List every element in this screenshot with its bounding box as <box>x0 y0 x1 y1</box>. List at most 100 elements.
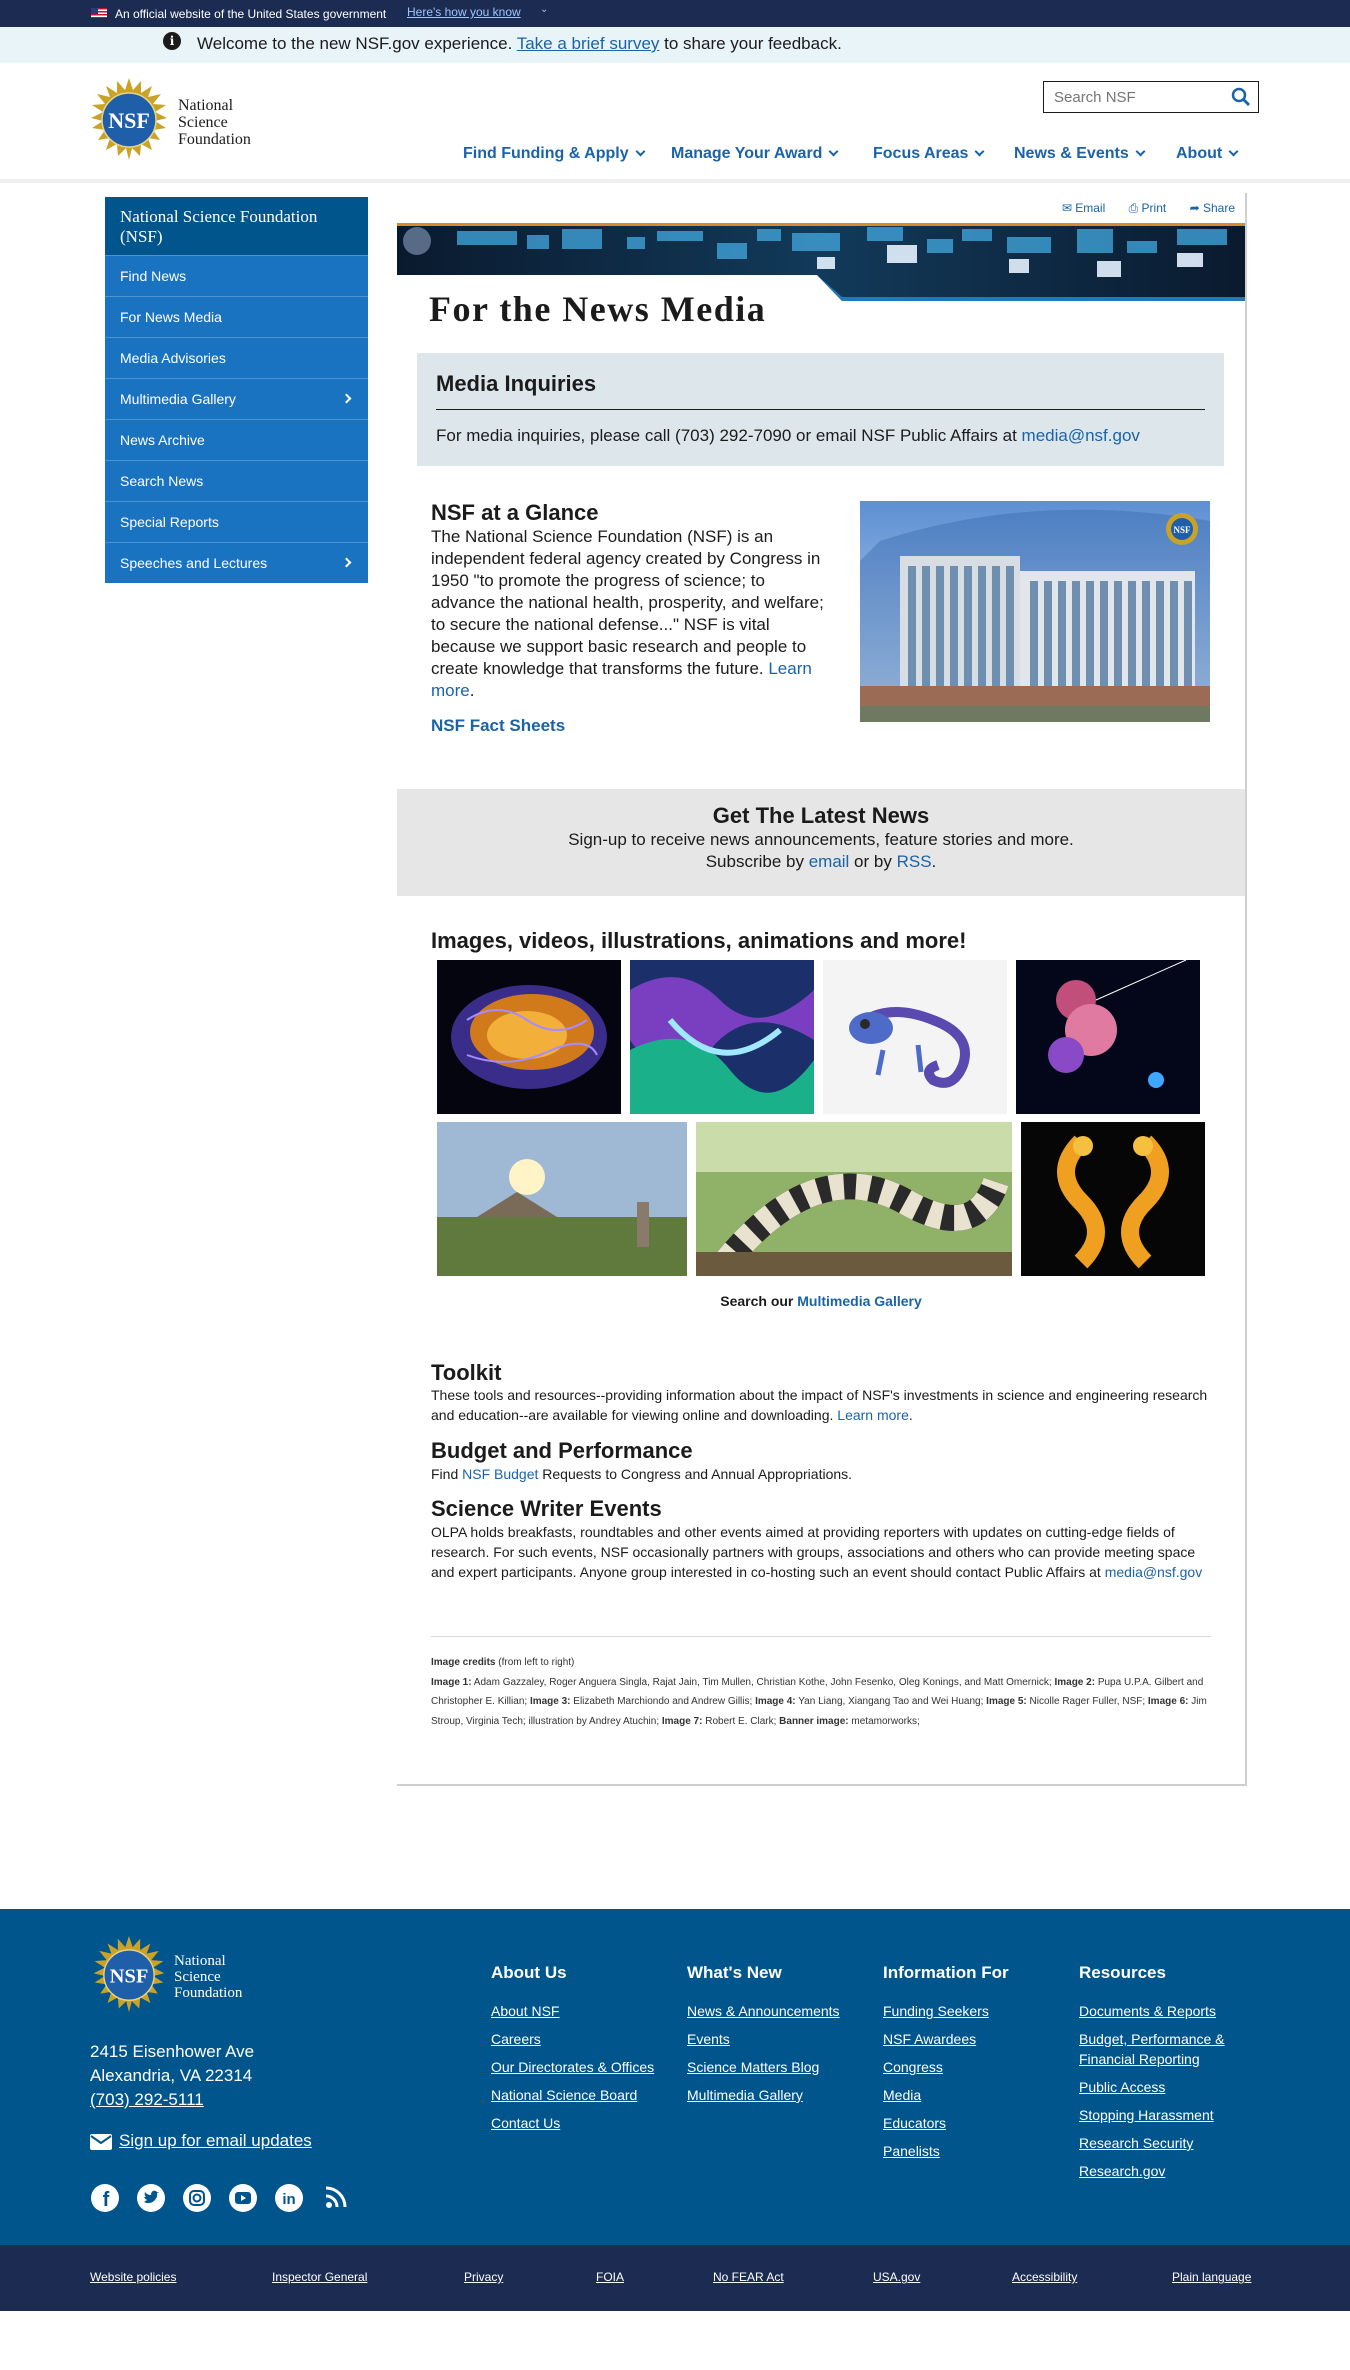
chevron-down-icon[interactable]: ⌄ <box>540 4 548 15</box>
no-fear-act-link[interactable]: No FEAR Act <box>713 2270 784 2284</box>
survey-bar: i Welcome to the new NSF.gov experience.… <box>0 27 1350 63</box>
plain-language-link[interactable]: Plain language <box>1172 2270 1251 2284</box>
footer-link[interactable]: Our Directorates & Offices <box>491 2057 671 2077</box>
footer-link[interactable]: Funding Seekers <box>883 2001 1063 2021</box>
nav-label: News & Events <box>1014 145 1129 162</box>
share-button[interactable]: ➦ Share <box>1190 201 1235 215</box>
gallery-image-chameleon[interactable] <box>823 960 1007 1114</box>
nsf-logo-icon[interactable]: NSF <box>89 1936 169 2016</box>
footer-link[interactable]: Media <box>883 2085 1063 2105</box>
accessibility-link[interactable]: Accessibility <box>1012 2270 1077 2284</box>
budget-title: Budget and Performance <box>431 1438 693 1463</box>
logo-line: National <box>178 97 234 114</box>
nav-label: About <box>1176 145 1223 162</box>
toolkit-learn-more-link[interactable]: Learn more <box>837 1407 909 1423</box>
footer-link[interactable]: Events <box>687 2029 867 2049</box>
sidebar-item-for-news-media[interactable]: For News Media <box>105 296 368 337</box>
sidebar-item-multimedia-gallery[interactable]: Multimedia Gallery <box>105 378 368 419</box>
nav-find-funding[interactable]: Find Funding & Apply <box>463 145 646 163</box>
nav-label: Manage Your Award <box>671 145 823 162</box>
search-icon[interactable] <box>1230 86 1252 108</box>
gallery-image-landscape[interactable] <box>437 1122 687 1276</box>
footer-link[interactable]: Multimedia Gallery <box>687 2085 867 2105</box>
multimedia-gallery-link[interactable]: Multimedia Gallery <box>797 1293 921 1309</box>
sidebar-item-label: Find News <box>120 268 187 284</box>
email-button[interactable]: ✉ Email <box>1062 201 1105 215</box>
nav-about[interactable]: About <box>1176 145 1239 163</box>
footer-link[interactable]: National Science Board <box>491 2085 671 2105</box>
subscribe-rss-link[interactable]: RSS <box>897 852 932 871</box>
email-signup-link[interactable]: Sign up for email updates <box>119 2131 312 2151</box>
nav-focus-areas[interactable]: Focus Areas <box>873 145 985 163</box>
foia-link[interactable]: FOIA <box>596 2270 624 2284</box>
privacy-link[interactable]: Privacy <box>464 2270 503 2284</box>
us-flag-icon <box>91 8 107 18</box>
chevron-right-icon[interactable] <box>341 393 352 404</box>
footer-link[interactable]: News & Announcements <box>687 2001 867 2021</box>
logo-line: Foundation <box>174 1985 243 2001</box>
subscribe-email-link[interactable]: email <box>809 852 850 871</box>
credit-label: Image 1: <box>431 1676 472 1688</box>
sidebar-item-search-news[interactable]: Search News <box>105 460 368 501</box>
instagram-icon[interactable] <box>182 2183 212 2213</box>
phone-link[interactable]: (703) 292-5111 <box>90 2090 204 2109</box>
sidebar-item-news-archive[interactable]: News Archive <box>105 419 368 460</box>
address-line: 2415 Eisenhower Ave <box>90 2042 255 2061</box>
multimedia-title: Images, videos, illustrations, animation… <box>431 928 967 953</box>
media-inquiries-title: Media Inquiries <box>436 371 597 396</box>
footer-link[interactable]: Science Matters Blog <box>687 2057 867 2077</box>
footer-link[interactable]: Panelists <box>883 2141 1063 2161</box>
linkedin-icon[interactable]: in <box>274 2183 304 2213</box>
twitter-icon[interactable] <box>136 2183 166 2213</box>
footer-link[interactable]: Stopping Harassment <box>1079 2105 1254 2125</box>
fact-sheets-link[interactable]: NSF Fact Sheets <box>431 716 565 736</box>
media-email-link[interactable]: media@nsf.gov <box>1022 426 1140 445</box>
search-input[interactable] <box>1044 82 1220 112</box>
how-you-know-link[interactable]: Here's how you know <box>407 5 521 19</box>
facebook-icon[interactable]: f <box>90 2183 120 2213</box>
footer-link[interactable]: Congress <box>883 2057 1063 2077</box>
youtube-icon[interactable] <box>228 2183 258 2213</box>
footer-logo-wordmark[interactable]: National Science Foundation <box>174 1953 242 2001</box>
gallery-image-seahorses[interactable] <box>1021 1122 1205 1276</box>
sidebar-item-special-reports[interactable]: Special Reports <box>105 501 368 542</box>
footer-link[interactable]: Budget, Performance & Financial Reportin… <box>1079 2029 1254 2069</box>
gallery-image-brain[interactable] <box>437 960 621 1114</box>
gallery-image-dinosaur[interactable] <box>696 1122 1012 1276</box>
inspector-general-link[interactable]: Inspector General <box>272 2270 367 2284</box>
logo-wordmark[interactable]: National Science Foundation <box>178 97 251 148</box>
survey-link[interactable]: Take a brief survey <box>517 34 660 53</box>
footer-link[interactable]: Public Access <box>1079 2077 1254 2097</box>
footer-column-information-for: Information For Funding Seekers NSF Awar… <box>883 1963 1063 2169</box>
usa-gov-link[interactable]: USA.gov <box>873 2270 920 2284</box>
footer-link[interactable]: NSF Awardees <box>883 2029 1063 2049</box>
chevron-right-icon[interactable] <box>341 557 352 568</box>
sidebar-item-find-news[interactable]: Find News <box>105 255 368 296</box>
subscribe-or: or by <box>849 852 897 871</box>
footer-link[interactable]: Research Security <box>1079 2133 1254 2153</box>
print-button[interactable]: ⎙ Print <box>1129 201 1167 215</box>
credit-text: Robert E. Clark; <box>702 1715 780 1727</box>
sidebar-item-media-advisories[interactable]: Media Advisories <box>105 337 368 378</box>
sidebar-title[interactable]: National Science Foundation (NSF) <box>105 197 368 255</box>
gallery-image-crystal[interactable] <box>630 960 814 1114</box>
footer-link[interactable]: About NSF <box>491 2001 671 2021</box>
budget-prefix: Find <box>431 1466 463 1482</box>
gallery-image-cells[interactable] <box>1016 960 1200 1114</box>
website-policies-link[interactable]: Website policies <box>90 2270 176 2284</box>
credit-text: Elizabeth Marchiondo and Andrew Gillis; <box>570 1696 756 1707</box>
sidebar-item-speeches-lectures[interactable]: Speeches and Lectures <box>105 542 368 583</box>
chevron-down-icon <box>1228 146 1239 157</box>
footer-link[interactable]: Contact Us <box>491 2113 671 2133</box>
footer-link[interactable]: Careers <box>491 2029 671 2049</box>
nsf-budget-link[interactable]: NSF Budget <box>462 1466 538 1482</box>
footer-link[interactable]: Documents & Reports <box>1079 2001 1254 2021</box>
footer-link[interactable]: Educators <box>883 2113 1063 2133</box>
writer-events-email-link[interactable]: media@nsf.gov <box>1105 1564 1202 1580</box>
credit-label: Image 2: <box>1054 1676 1096 1688</box>
rss-icon[interactable] <box>320 2183 350 2213</box>
nav-manage-award[interactable]: Manage Your Award <box>671 145 839 163</box>
nav-news-events[interactable]: News & Events <box>1014 145 1146 163</box>
footer-bottom-bar: Website policies Inspector General Priva… <box>0 2245 1350 2311</box>
footer-link[interactable]: Research.gov <box>1079 2161 1254 2181</box>
